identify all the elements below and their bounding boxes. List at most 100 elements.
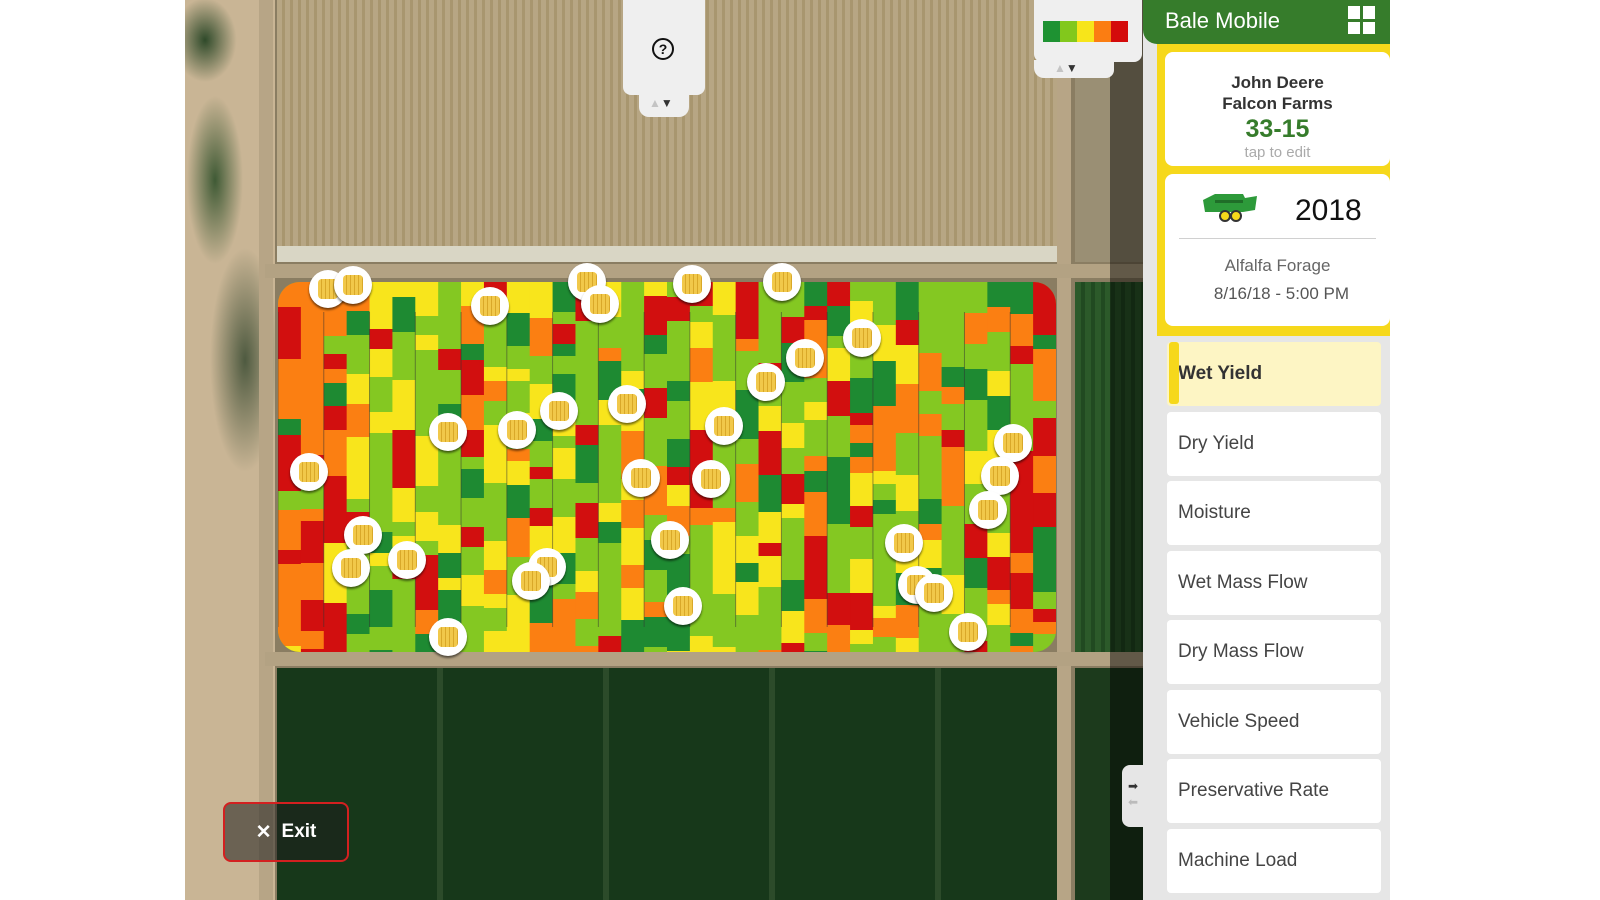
bale-icon bbox=[299, 462, 319, 482]
yield-cell bbox=[804, 402, 828, 420]
yield-cell bbox=[483, 381, 508, 401]
yield-cell bbox=[827, 398, 851, 416]
layer-item-vehicle-speed[interactable]: Vehicle Speed bbox=[1167, 689, 1381, 754]
yield-cell bbox=[369, 627, 393, 650]
layer-label: Dry Yield bbox=[1178, 432, 1255, 454]
question-circle-icon[interactable]: ? bbox=[652, 38, 674, 60]
yield-cell bbox=[827, 593, 851, 625]
bale-marker[interactable] bbox=[915, 574, 953, 612]
layer-item-dry-yield[interactable]: Dry Yield bbox=[1167, 411, 1381, 476]
drawer-toggle-icon[interactable]: ▲▼ bbox=[1054, 62, 1078, 74]
bale-marker[interactable] bbox=[673, 265, 711, 303]
yield-cell bbox=[941, 352, 965, 367]
bale-marker[interactable] bbox=[498, 411, 536, 449]
yield-cell bbox=[827, 416, 851, 429]
panel-header: Bale Mobile bbox=[1143, 0, 1390, 44]
yield-cell bbox=[575, 425, 599, 445]
yield-cell bbox=[895, 320, 920, 345]
yield-cell bbox=[850, 559, 874, 593]
yield-cell bbox=[644, 282, 668, 296]
yield-cell bbox=[644, 388, 668, 418]
yield-cell bbox=[804, 564, 828, 599]
layer-item-machine-load[interactable]: Machine Load bbox=[1167, 828, 1381, 893]
bale-icon bbox=[631, 468, 651, 488]
bale-marker[interactable] bbox=[705, 407, 743, 445]
yield-cell bbox=[1033, 622, 1056, 634]
layer-item-wet-yield[interactable]: Wet Yield bbox=[1167, 342, 1381, 406]
layer-item-wet-mass-flow[interactable]: Wet Mass Flow bbox=[1167, 550, 1381, 615]
map-view[interactable]: ? ▲▼ ▲▼ ✕ Exit ➡ ⬅ bbox=[185, 0, 1143, 900]
bale-marker[interactable] bbox=[332, 549, 370, 587]
yield-cell bbox=[804, 306, 828, 320]
yield-cell bbox=[392, 598, 416, 618]
layer-item-moisture[interactable]: Moisture bbox=[1167, 481, 1381, 545]
field-card[interactable]: John Deere Falcon Farms 33-15 tap to edi… bbox=[1165, 52, 1390, 166]
yield-cell bbox=[689, 525, 714, 537]
yield-cell bbox=[598, 636, 622, 652]
bale-marker[interactable] bbox=[622, 459, 660, 497]
yield-cell bbox=[758, 512, 782, 543]
yield-cell bbox=[323, 603, 348, 639]
bale-marker[interactable] bbox=[429, 618, 467, 656]
bale-marker[interactable] bbox=[429, 413, 467, 451]
yield-cell bbox=[552, 324, 576, 344]
bale-marker[interactable] bbox=[540, 392, 578, 430]
bale-marker[interactable] bbox=[608, 385, 646, 423]
bale-marker[interactable] bbox=[388, 541, 426, 579]
yield-cell bbox=[552, 517, 576, 553]
bale-marker[interactable] bbox=[664, 587, 702, 625]
bale-marker[interactable] bbox=[949, 613, 987, 651]
bale-marker[interactable] bbox=[981, 457, 1019, 495]
bale-marker[interactable] bbox=[692, 460, 730, 498]
bale-marker[interactable] bbox=[290, 453, 328, 491]
yield-cell bbox=[712, 346, 737, 381]
yield-cell bbox=[438, 480, 462, 498]
yield-cell bbox=[369, 377, 393, 412]
bale-marker[interactable] bbox=[969, 491, 1007, 529]
yield-cell bbox=[552, 584, 576, 599]
yield-cell bbox=[1033, 493, 1056, 527]
yield-cell bbox=[438, 370, 462, 404]
yield-cell bbox=[529, 508, 554, 526]
road bbox=[1057, 0, 1071, 900]
bale-marker[interactable] bbox=[843, 319, 881, 357]
bale-marker[interactable] bbox=[885, 524, 923, 562]
exit-button[interactable]: ✕ Exit bbox=[223, 802, 349, 862]
yield-cell bbox=[827, 554, 851, 593]
legend-drawer-tab[interactable]: ▲▼ bbox=[1034, 0, 1142, 78]
yield-cell bbox=[735, 536, 760, 563]
bale-marker[interactable] bbox=[334, 266, 372, 304]
bale-marker[interactable] bbox=[786, 339, 824, 377]
bale-marker[interactable] bbox=[651, 521, 689, 559]
bale-marker[interactable] bbox=[763, 263, 801, 301]
grid-icon[interactable] bbox=[1348, 6, 1376, 34]
yield-cell bbox=[438, 525, 462, 553]
yield-cell bbox=[461, 469, 485, 498]
legend-swatch bbox=[1111, 21, 1128, 42]
yield-cell bbox=[621, 528, 645, 565]
yield-cell bbox=[278, 491, 302, 510]
yield-cell bbox=[1010, 364, 1034, 394]
yield-cell bbox=[575, 339, 599, 369]
yield-cell bbox=[850, 457, 874, 473]
yield-cell bbox=[850, 644, 874, 652]
yield-cell bbox=[872, 406, 897, 434]
yield-cell bbox=[964, 524, 988, 558]
yield-cell bbox=[346, 437, 371, 463]
help-drawer-tab[interactable]: ? ▲▼ bbox=[623, 0, 705, 117]
yield-cell bbox=[987, 557, 1011, 590]
bale-marker[interactable] bbox=[747, 363, 785, 401]
bale-marker[interactable] bbox=[471, 287, 509, 325]
layer-item-dry-mass-flow[interactable]: Dry Mass Flow bbox=[1167, 620, 1381, 684]
yield-cell bbox=[1010, 502, 1034, 517]
drawer-toggle-icon[interactable]: ▲▼ bbox=[649, 97, 673, 109]
yield-cell bbox=[506, 299, 531, 313]
layer-item-preservative-rate[interactable]: Preservative Rate bbox=[1167, 759, 1381, 823]
yield-cell bbox=[941, 475, 965, 506]
bale-marker[interactable] bbox=[581, 285, 619, 323]
yield-cell bbox=[850, 473, 874, 506]
panel-toggle-tab[interactable]: ➡ ⬅ bbox=[1122, 765, 1143, 827]
bale-marker[interactable] bbox=[512, 562, 550, 600]
yield-cell bbox=[804, 492, 828, 511]
bale-icon bbox=[701, 469, 721, 489]
